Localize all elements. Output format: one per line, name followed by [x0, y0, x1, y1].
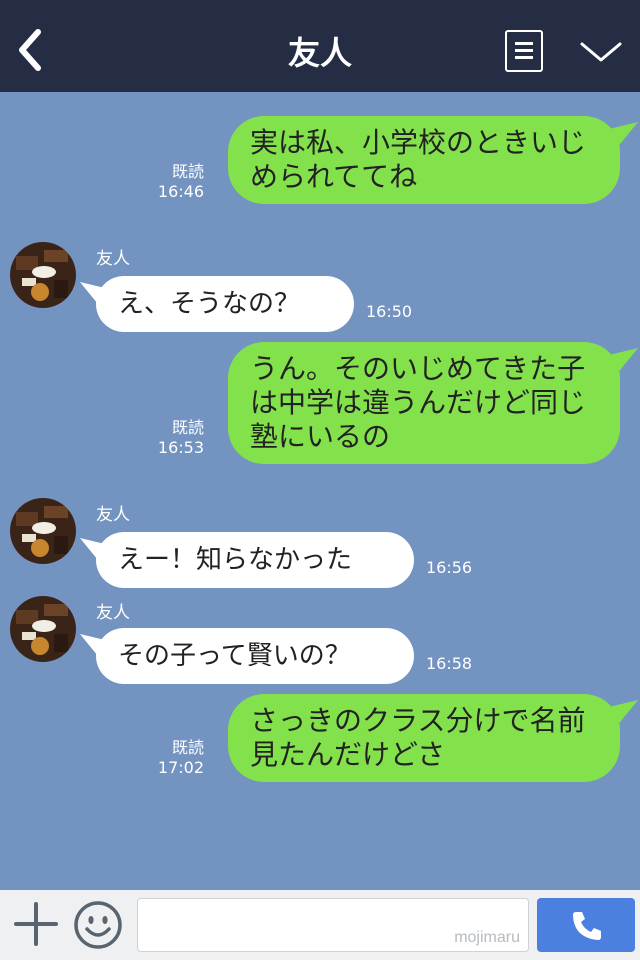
message-text: えー！知らなかった — [118, 545, 353, 575]
message-meta: 既読 16:53 — [158, 418, 204, 458]
input-bar: mojimaru — [0, 890, 640, 960]
message-bubble-outgoing[interactable]: うん。そのいじめてきた子は中学は違うんだけど同じ塾にいるの — [228, 342, 620, 464]
menu-icon[interactable] — [505, 30, 543, 72]
message-text: うん。そのいじめてきた子は中学は違うんだけど同じ塾にいるの — [250, 352, 587, 453]
message-input[interactable]: mojimaru — [137, 898, 529, 952]
call-button[interactable] — [537, 898, 635, 952]
message-text: さっきのクラス分けで名前見たんだけどさ — [250, 704, 586, 771]
back-icon[interactable] — [10, 22, 50, 78]
message-time: 16:53 — [157, 438, 204, 457]
message-time: 17:02 — [157, 758, 204, 777]
sender-name: 友人 — [96, 249, 130, 269]
message-bubble-incoming[interactable]: えー！知らなかった — [96, 532, 414, 588]
chat-title: 友人 — [287, 34, 352, 72]
message-time: 16:56 — [426, 558, 473, 577]
watermark-text: mojimaru — [454, 929, 520, 946]
message-time: 16:46 — [157, 182, 204, 201]
plus-icon[interactable] — [14, 902, 58, 946]
message-time: 16:58 — [426, 654, 473, 673]
message-bubble-incoming[interactable]: え、そうなの？ — [96, 276, 354, 332]
avatar[interactable] — [10, 242, 76, 308]
message-bubble-outgoing[interactable]: 実は私、小学校のときいじめられててね — [228, 116, 620, 204]
phone-icon — [573, 912, 601, 940]
read-receipt: 既読 — [171, 738, 204, 757]
message-time: 16:50 — [366, 302, 413, 321]
message-bubble-incoming[interactable]: その子って賢いの？ — [96, 628, 414, 684]
message-meta: 既読 17:02 — [158, 738, 204, 778]
avatar[interactable] — [10, 596, 76, 662]
avatar[interactable] — [10, 498, 76, 564]
message-text: え、そうなの？ — [118, 289, 301, 319]
message-meta: 既読 16:46 — [158, 162, 204, 202]
sender-name: 友人 — [96, 505, 130, 525]
message-text: 実は私、小学校のときいじめられててね — [250, 126, 587, 193]
sender-name: 友人 — [96, 603, 130, 623]
message-bubble-outgoing[interactable]: さっきのクラス分けで名前見たんだけどさ — [228, 694, 620, 782]
read-receipt: 既読 — [171, 162, 204, 181]
smiley-icon[interactable] — [72, 899, 124, 951]
header-bar: 友人 — [0, 0, 640, 92]
chat-area[interactable]: 実は私、小学校のときいじめられててね 既読 16:46 友人 え、そうなの？ 1… — [0, 92, 640, 890]
message-text: その子って賢いの？ — [118, 641, 351, 671]
chevron-down-icon[interactable] — [578, 38, 624, 66]
read-receipt: 既読 — [171, 418, 204, 437]
